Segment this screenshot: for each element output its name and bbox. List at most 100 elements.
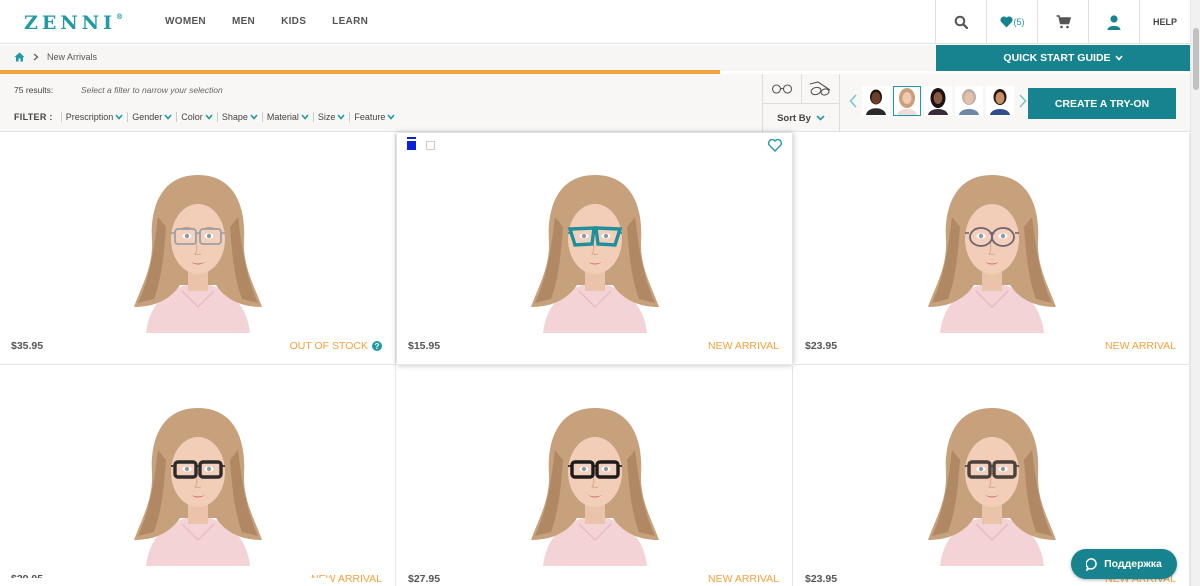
model-avatar: [990, 89, 1010, 115]
lens-frame: [567, 226, 596, 247]
product-price: $27.95: [408, 573, 441, 585]
model-thumbnail-selected[interactable]: [893, 86, 921, 116]
heart-icon[interactable]: [768, 139, 782, 152]
account-button[interactable]: [1088, 0, 1139, 44]
models-prev-button[interactable]: [847, 91, 859, 111]
quick-start-guide-button[interactable]: QUICK START GUIDE: [936, 45, 1190, 71]
product-card[interactable]: $27.95 NEW ARRIVAL: [397, 366, 793, 586]
chevron-right-icon: [33, 53, 39, 61]
nav-kids[interactable]: KIDS: [281, 16, 306, 27]
lens-frame: [992, 460, 1017, 479]
page-footer-edge: [0, 578, 330, 586]
product-card[interactable]: $35.95 OUT OF STOCK?: [0, 133, 396, 365]
cart-icon: [1056, 15, 1071, 29]
color-swatches: [407, 137, 435, 150]
heart-icon: [999, 16, 1013, 28]
scrollbar-thumb[interactable]: [1193, 28, 1199, 90]
product-badge: NEW ARRIVAL: [1105, 340, 1176, 352]
support-label: Поддержка: [1104, 558, 1162, 570]
angle-view-button[interactable]: [802, 74, 840, 103]
product-card[interactable]: $15.95 NEW ARRIVAL: [397, 133, 793, 365]
filter-gender[interactable]: Gender: [127, 112, 176, 122]
chat-bubble-icon: [1086, 557, 1097, 571]
lens-frame: [199, 228, 222, 245]
product-price: $23.95: [805, 340, 838, 352]
filter-prescription[interactable]: Prescription: [60, 112, 128, 122]
chevron-down-icon: [1114, 55, 1123, 61]
filter-feature[interactable]: Feature: [349, 112, 399, 122]
lens-frame: [595, 460, 620, 479]
search-icon: [954, 15, 968, 29]
page: ZENNI® WOMEN MEN KIDS LEARN (5) HELP New…: [0, 0, 1200, 586]
quick-start-label: QUICK START GUIDE: [1003, 52, 1111, 64]
nav-men[interactable]: MEN: [232, 16, 255, 27]
support-chat-button[interactable]: Поддержка: [1071, 549, 1177, 579]
chevron-down-icon: [301, 114, 309, 120]
scrollbar[interactable]: [1190, 0, 1200, 586]
chevron-down-icon: [205, 114, 213, 120]
user-icon: [1107, 14, 1121, 30]
home-icon[interactable]: [14, 52, 25, 62]
lens-frame: [173, 460, 198, 479]
product-image: [133, 174, 263, 333]
search-button[interactable]: [935, 0, 986, 44]
breadcrumb-current: New Arrivals: [47, 52, 98, 62]
nav-learn[interactable]: LEARN: [332, 16, 368, 27]
product-badge: NEW ARRIVAL: [708, 573, 779, 585]
model-avatar: [928, 88, 948, 115]
model-thumbnail[interactable]: [924, 86, 952, 116]
filter-label: FILTER :: [14, 112, 53, 122]
lens-frame: [969, 227, 993, 247]
product-price: $23.95: [805, 573, 838, 585]
logo[interactable]: ZENNI®: [24, 12, 123, 34]
product-card[interactable]: $29.95 NEW ARRIVAL: [0, 366, 396, 586]
chevron-left-icon: [849, 94, 857, 108]
chevron-down-icon: [816, 115, 825, 121]
lens-frame: [967, 460, 992, 479]
lens-frame: [991, 227, 1015, 247]
color-swatch-blue[interactable]: [407, 137, 416, 150]
lens-frame: [570, 460, 595, 479]
product-image: [927, 174, 1057, 333]
cart-button[interactable]: [1037, 0, 1088, 44]
filter-color[interactable]: Color: [176, 112, 217, 122]
lens-frame: [198, 460, 223, 479]
model-thumbnail[interactable]: [862, 86, 890, 116]
product-image: [530, 407, 660, 566]
sort-label: Sort By: [777, 112, 811, 124]
lens-frame: [594, 226, 623, 247]
model-thumbnail[interactable]: [955, 86, 983, 116]
product-image: [927, 407, 1057, 566]
glasses-front-icon: [771, 83, 792, 94]
top-nav: ZENNI® WOMEN MEN KIDS LEARN (5) HELP: [0, 0, 1190, 44]
frame-only-view-button[interactable]: [763, 74, 802, 103]
model-thumbnail[interactable]: [986, 86, 1014, 116]
help-link[interactable]: HELP: [1139, 0, 1190, 44]
filter-shape[interactable]: Shape: [216, 112, 262, 122]
filter-hint: Select a filter to narrow your selection: [81, 85, 223, 95]
color-swatch-white[interactable]: [426, 141, 435, 150]
product-card[interactable]: $23.95 NEW ARRIVAL: [794, 133, 1190, 365]
product-grid: $35.95 OUT OF STOCK? $15.95 NEW ARRIVAL …: [0, 133, 1190, 586]
sort-by-dropdown[interactable]: Sort By: [763, 104, 839, 132]
model-avatar: [897, 88, 917, 115]
product-price: $15.95: [408, 340, 441, 352]
model-avatar: [959, 89, 979, 115]
main-menu: WOMEN MEN KIDS LEARN: [165, 16, 368, 27]
filter-bar: 75 results: Select a filter to narrow yo…: [0, 74, 1190, 132]
help-icon[interactable]: ?: [372, 341, 382, 351]
favorites-count: (5): [1013, 17, 1025, 27]
glasses-side-icon: [810, 80, 831, 96]
chevron-down-icon: [115, 114, 123, 120]
product-price: $35.95: [11, 340, 44, 352]
results-count: 75 results:: [14, 85, 54, 95]
nav-women[interactable]: WOMEN: [165, 16, 206, 27]
header-actions: (5) HELP: [935, 0, 1190, 44]
filter-size[interactable]: Size: [312, 112, 350, 122]
chevron-down-icon: [164, 114, 172, 120]
stock-status: OUT OF STOCK?: [290, 340, 382, 352]
favorites-button[interactable]: (5): [986, 0, 1037, 44]
filter-material[interactable]: Material: [261, 112, 313, 122]
product-image: [133, 407, 263, 566]
create-try-on-button[interactable]: CREATE A TRY-ON: [1028, 88, 1176, 119]
